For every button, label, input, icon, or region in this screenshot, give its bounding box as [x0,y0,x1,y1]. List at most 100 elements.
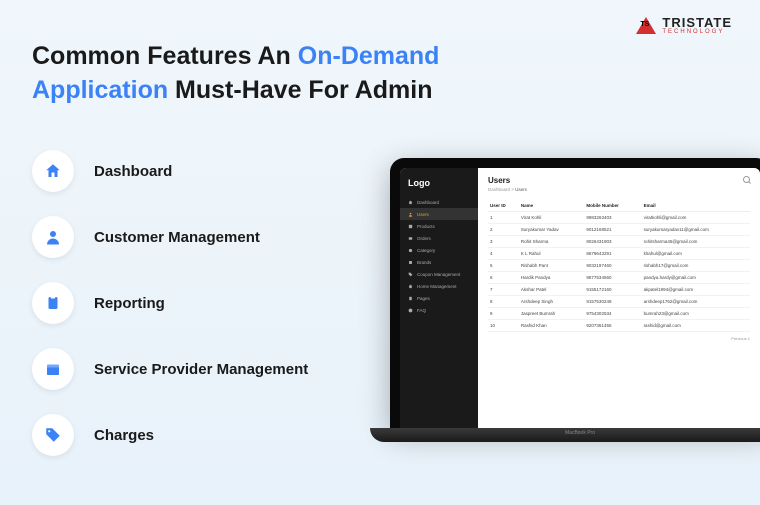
search-icon[interactable] [743,176,750,183]
laptop-base [370,428,760,442]
brand-name: TRISTATE [662,16,732,29]
table-row[interactable]: 9Jaspreet Bumrah9754302534bumrah23@gmail… [488,308,750,320]
sidebar-item-label: Orders [417,236,431,241]
box-icon [32,348,74,390]
cell-id: 8 [488,296,519,308]
cell-id: 6 [488,272,519,284]
sidebar-item-orders[interactable]: Orders [400,232,478,244]
table-row[interactable]: 2Suryakumar Yadav9012168521suryakumaryad… [488,224,750,236]
sidebar-item-coupon[interactable]: Coupon Management [400,268,478,280]
feature-list: Dashboard Customer Management Reporting … [32,150,308,456]
cell-name: Suryakumar Yadav [519,224,585,236]
cell-mobile: 9754302534 [584,308,641,320]
cell-name: Arshdeep Singh [519,296,585,308]
sidebar-logo: Logo [400,174,478,196]
col-name[interactable]: Name [519,200,585,212]
cell-mobile: 8026431903 [584,236,641,248]
brand-sub: TECHNOLOGY [662,29,732,35]
sidebar-item-label: Products [417,224,435,229]
cell-name: Rashid Khan [519,320,585,332]
table-row[interactable]: 7Akshar Patel9155172160akpatel1994@gmail… [488,284,750,296]
sidebar-item-label: Users [417,212,429,217]
cell-mobile: 9207361455 [584,320,641,332]
col-email[interactable]: Email [642,200,750,212]
feature-dashboard: Dashboard [32,150,308,192]
table-row[interactable]: 4K L Rahul8679643291klrahul@gmail.com [488,248,750,260]
cell-id: 4 [488,248,519,260]
sidebar-item-label: Pages [417,296,430,301]
sidebar-item-label: Dashboard [417,200,439,205]
cell-name: Virat Kohli [519,212,585,224]
cell-id: 5 [488,260,519,272]
feature-label: Service Provider Management [94,361,308,378]
laptop-mockup: Logo Dashboard Users Products Orders Cat… [390,158,760,498]
sidebar-item-home[interactable]: Home Management [400,280,478,292]
content-title: Users [488,176,750,185]
table-row[interactable]: 3Rohit Sharma8026431903rohitsharma45@gma… [488,236,750,248]
cell-name: Hardik Pandya [519,272,585,284]
cell-email: pandya.hardy@gmail.com [642,272,750,284]
cell-email: bumrah23@gmail.com [642,308,750,320]
feature-reporting: Reporting [32,282,308,324]
sidebar-item-dashboard[interactable]: Dashboard [400,196,478,208]
cell-mobile: 9032197460 [584,260,641,272]
sidebar-item-products[interactable]: Products [400,220,478,232]
admin-main: Users Dashboard > Users User ID Name Mob… [478,168,760,428]
user-icon [32,216,74,258]
cell-email: viratkohli@gmail.com [642,212,750,224]
admin-sidebar: Logo Dashboard Users Products Orders Cat… [400,168,478,428]
home-icon [32,150,74,192]
cell-id: 3 [488,236,519,248]
sidebar-item-users[interactable]: Users [400,208,478,220]
cell-email: suryakumaryadav11@gmail.com [642,224,750,236]
sidebar-item-label: Coupon Management [417,272,460,277]
feature-label: Dashboard [94,163,172,180]
col-mobile[interactable]: Mobile Number [584,200,641,212]
triangle-icon [636,17,656,34]
cell-email: rohitsharma45@gmail.com [642,236,750,248]
clipboard-icon [32,282,74,324]
cell-mobile: 9157530249 [584,296,641,308]
cell-email: arshdeep1762@gmail.com [642,296,750,308]
crumb-current: Users [515,187,527,192]
cell-id: 9 [488,308,519,320]
cell-id: 10 [488,320,519,332]
crumb-root[interactable]: Dashboard [488,187,510,192]
cell-id: 1 [488,212,519,224]
feature-provider: Service Provider Management [32,348,308,390]
cell-name: Rohit Sharma [519,236,585,248]
table-row[interactable]: 10Rashid Khan9207361455rashid@gmail.com [488,320,750,332]
cell-email: akpatel1994@gmail.com [642,284,750,296]
sidebar-item-pages[interactable]: Pages [400,292,478,304]
sidebar-item-label: Category [417,248,435,253]
page-title: Common Features An On-Demand Application… [32,40,452,108]
cell-name: Akshar Patel [519,284,585,296]
cell-mobile: 9577534560 [584,272,641,284]
title-part-1: Common Features An [32,42,298,70]
cell-email: rashid@gmail.com [642,320,750,332]
col-userid[interactable]: User ID [488,200,519,212]
feature-label: Customer Management [94,229,260,246]
brand-logo: TRISTATE TECHNOLOGY [636,16,732,35]
cell-mobile: 9012168521 [584,224,641,236]
sidebar-item-category[interactable]: Category [400,244,478,256]
feature-customer: Customer Management [32,216,308,258]
table-row[interactable]: 5Rishabh Pant9032197460rishabh17@gmail.c… [488,260,750,272]
cell-id: 7 [488,284,519,296]
table-row[interactable]: 1Virat Kohli9983263403viratkohli@gmail.c… [488,212,750,224]
tag-icon [32,414,74,456]
table-row[interactable]: 8Arshdeep Singh9157530249arshdeep1762@gm… [488,296,750,308]
users-table: User ID Name Mobile Number Email 1Virat … [488,200,750,332]
cell-email: rishabh17@gmail.com [642,260,750,272]
table-row[interactable]: 6Hardik Pandya9577534560pandya.hardy@gma… [488,272,750,284]
breadcrumb: Dashboard > Users [488,187,750,192]
cell-name: K L Rahul [519,248,585,260]
cell-mobile: 8679643291 [584,248,641,260]
cell-mobile: 9155172160 [584,284,641,296]
sidebar-item-faq[interactable]: FAQ [400,304,478,316]
pagination[interactable]: Previous 1 [488,336,750,341]
sidebar-item-label: Brands [417,260,431,265]
cell-id: 2 [488,224,519,236]
cell-mobile: 9983263403 [584,212,641,224]
sidebar-item-brands[interactable]: Brands [400,256,478,268]
